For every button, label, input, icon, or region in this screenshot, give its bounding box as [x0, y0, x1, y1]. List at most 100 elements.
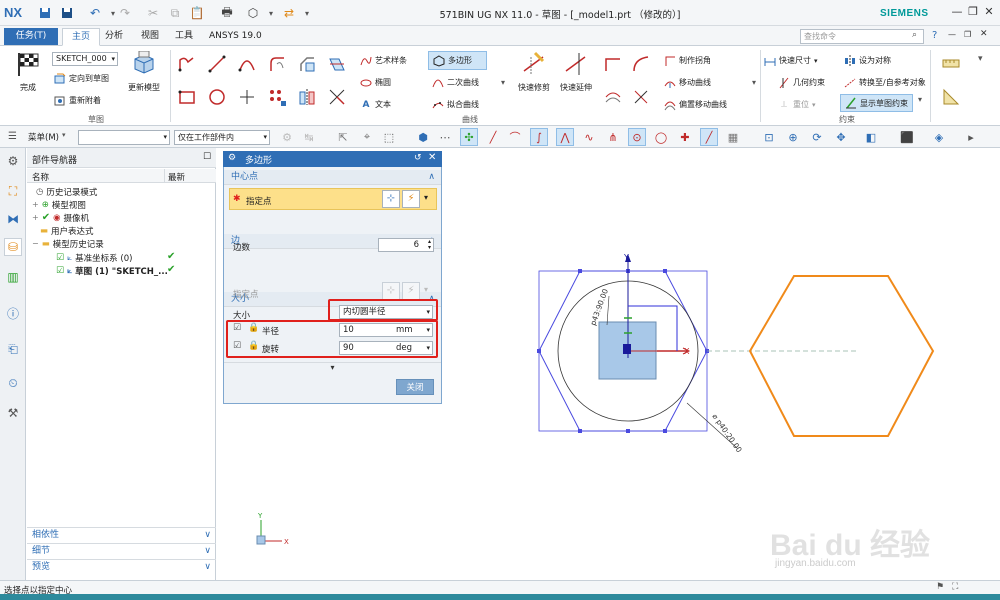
selection-scope-select[interactable]: 仅在工作部件内 ▾	[174, 130, 270, 145]
snap-midpoint-icon[interactable]: ⋀	[556, 128, 574, 146]
settings-icon[interactable]: ⚙	[4, 152, 22, 170]
navigator-maximize-icon[interactable]: ☐	[203, 152, 211, 162]
close-icon[interactable]: ✕	[982, 5, 996, 19]
corner-icon[interactable]	[602, 53, 624, 75]
tab-tools[interactable]: 工具	[166, 28, 202, 46]
save-all-icon[interactable]	[58, 4, 76, 22]
snap-spline-icon[interactable]: ∿	[580, 128, 598, 146]
snap-control-point-icon[interactable]: ⋔	[604, 128, 622, 146]
text-button[interactable]: A 文本	[360, 97, 391, 112]
search-icon[interactable]: ⌕	[912, 30, 917, 40]
tree-item-sketch[interactable]: ☑ ⟀ 草图 (1) "SKETCH_...	[56, 264, 168, 277]
show-sketch-constraints-button[interactable]: 显示草图约束	[840, 94, 913, 112]
snap-quadrant-icon[interactable]: ◯	[652, 128, 670, 146]
box-select-icon[interactable]: ⬚	[380, 128, 398, 146]
copy-icon[interactable]: ⧉	[166, 4, 184, 22]
quick-extend-button[interactable]: 快速延伸	[554, 50, 598, 93]
size-select[interactable]: 内切圆半径 ▾	[339, 305, 433, 319]
arc-icon[interactable]	[236, 53, 258, 75]
pattern-curve-icon[interactable]	[266, 86, 288, 108]
render-style-icon[interactable]: ◧	[862, 128, 880, 146]
more-options-toggle[interactable]: ▾	[224, 362, 441, 374]
history-icon[interactable]: ⎗	[4, 340, 22, 358]
tree-item-datum-csys[interactable]: ☑ ⟀ 基准坐标系 (0)	[56, 251, 132, 264]
tree-item-user-expressions[interactable]: ▬ 用户表达式	[40, 224, 94, 237]
type-filter-select[interactable]: ▾	[78, 130, 170, 145]
geometric-constraint-button[interactable]: 几何约束	[778, 75, 825, 90]
lock-icon[interactable]: 🔒	[248, 323, 259, 333]
web-browser-icon[interactable]: ⓘ	[4, 304, 22, 322]
section-center-point[interactable]: 中心点 ∧	[224, 170, 441, 185]
panel-preview[interactable]: 预览 ∨	[27, 559, 216, 575]
sketch-name-select[interactable]: SKETCH_000 ▾	[52, 52, 118, 66]
orient-cube-icon[interactable]: ⬛	[898, 128, 916, 146]
column-name[interactable]: 名称	[32, 171, 49, 183]
dialog-gear-icon[interactable]: ⚙	[228, 153, 236, 163]
quick-trim-button[interactable]: 快速修剪	[512, 50, 556, 93]
column-latest[interactable]: 最新	[168, 171, 185, 183]
radius-input[interactable]: 10 mm ▾	[339, 323, 433, 337]
ellipse-button[interactable]: 椭圆	[360, 75, 391, 90]
quick-access-dropdown-icon[interactable]: ▾	[298, 4, 316, 22]
edit-curve-dropdown-icon[interactable]: ▾	[752, 78, 756, 87]
command-search-input[interactable]: 查找命令	[800, 29, 924, 44]
snap-pointer-icon[interactable]: ⌖	[358, 128, 376, 146]
tab-ansys[interactable]: ANSYS 19.0	[200, 28, 271, 46]
point-inference-icon[interactable]: ⚡	[402, 190, 420, 208]
paste-icon[interactable]: 📋	[188, 4, 206, 22]
snap-on-curve-icon[interactable]: ╱	[700, 128, 718, 146]
snap-endpoint-icon[interactable]: ✣	[460, 128, 478, 146]
menu-dropdown-icon[interactable]: ▾	[62, 131, 66, 139]
chamfer-icon[interactable]	[296, 53, 318, 75]
undo-icon[interactable]: ↶	[86, 4, 104, 22]
radius-checkbox[interactable]: ☑	[233, 323, 241, 333]
menu-grid-icon[interactable]: ☰	[8, 131, 17, 142]
move-curve-button[interactable]: 移动曲线	[664, 75, 711, 90]
column-divider[interactable]	[164, 169, 165, 183]
mirror-curve-icon[interactable]	[296, 86, 318, 108]
tree-item-model-views[interactable]: + ⊕ 模型视图	[32, 198, 86, 211]
update-model-button[interactable]: 更新模型	[124, 50, 164, 93]
size-point-dialog-icon[interactable]: ⊹	[382, 282, 400, 300]
select-all-icon[interactable]: ↹	[300, 128, 318, 146]
rectangle-icon[interactable]	[176, 86, 198, 108]
menu-button[interactable]: 菜单(M)	[28, 131, 59, 143]
spinner-icon[interactable]: ▴ ▾	[428, 239, 431, 251]
make-symmetric-button[interactable]: 设为对称	[844, 53, 891, 68]
angle-ruler-icon[interactable]	[940, 86, 962, 108]
fillet-corner-icon[interactable]	[630, 53, 652, 75]
tab-analysis[interactable]: 分析	[96, 28, 132, 46]
reattach-button[interactable]: 重新附着	[54, 93, 101, 108]
flag-icon[interactable]: ⚑	[936, 582, 944, 592]
intersection-icon[interactable]	[326, 86, 348, 108]
curve-gallery-dropdown-icon[interactable]: ▾	[501, 78, 505, 87]
offset-move-curve-button[interactable]: 偏置移动曲线	[664, 97, 727, 112]
size-point-dropdown-icon[interactable]: ▾	[424, 285, 428, 294]
ribbon-options-icon[interactable]: ▾	[978, 54, 983, 64]
tree-item-history-mode[interactable]: ◷ 历史记录模式	[36, 185, 97, 198]
trim-recipe-icon[interactable]	[630, 86, 652, 108]
snap-center-icon[interactable]: ⊙	[628, 128, 646, 146]
dialog-close-icon[interactable]: ✕	[428, 152, 436, 163]
pan-icon[interactable]: ✥	[832, 128, 850, 146]
role-icon[interactable]: ⚒	[4, 404, 22, 422]
tab-view[interactable]: 视图	[132, 28, 168, 46]
lock-icon[interactable]: 🔒	[248, 341, 259, 351]
tree-item-model-history[interactable]: − ▬ 模型历史记录	[32, 237, 104, 250]
profile-icon[interactable]	[176, 53, 198, 75]
finish-sketch-button[interactable]: 完成	[6, 50, 50, 93]
snap-arc-icon[interactable]: ⌒	[506, 128, 524, 146]
help-icon[interactable]: ?	[932, 30, 937, 41]
snap-point-icon[interactable]: ✚	[676, 128, 694, 146]
minimize-icon[interactable]: —	[950, 5, 964, 19]
task-menu-tab[interactable]: 任务(T)	[4, 28, 58, 45]
print-icon[interactable]: 🖶	[218, 4, 236, 22]
orient-to-sketch-button[interactable]: 定向到草图	[54, 71, 109, 86]
panel-details[interactable]: 细节 ∨	[27, 543, 216, 559]
zoom-icon[interactable]: ⊕	[784, 128, 802, 146]
fillet-icon[interactable]	[266, 53, 288, 75]
ribbon-minimize-icon[interactable]: —	[948, 30, 956, 39]
convert-reference-button[interactable]: 转换至/自参考对象	[844, 75, 926, 90]
point-type-dropdown-icon[interactable]: ▾	[424, 193, 428, 202]
view-section-icon[interactable]: ◈	[930, 128, 948, 146]
